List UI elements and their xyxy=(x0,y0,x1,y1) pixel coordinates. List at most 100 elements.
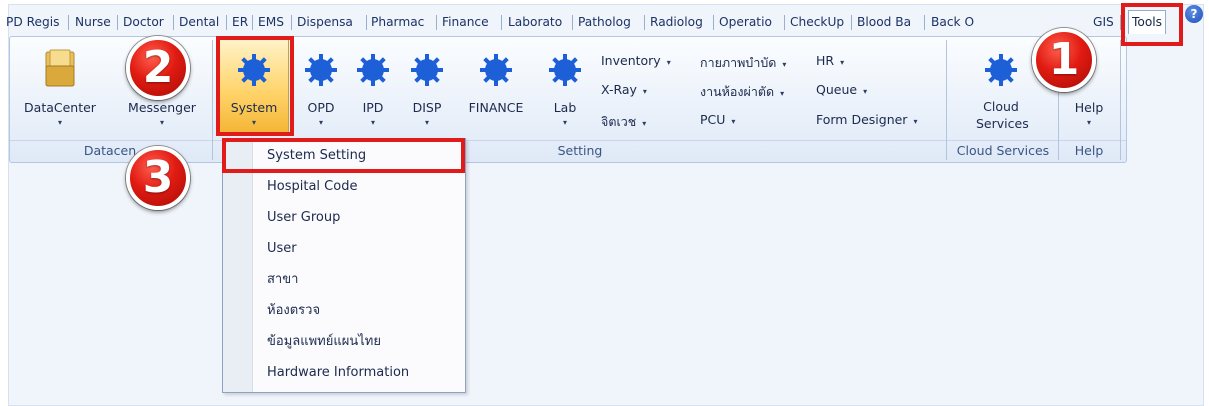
highlight-box-system-button xyxy=(216,36,294,136)
queue-menu[interactable]: Queue ▾ xyxy=(816,82,867,97)
chevron-down-icon: ▾ xyxy=(57,118,62,127)
menu-icon-gutter xyxy=(223,139,253,392)
xray-menu[interactable]: X-Ray ▾ xyxy=(601,82,647,97)
tab-ems[interactable]: EMS xyxy=(258,10,284,34)
highlight-box-system-setting xyxy=(222,138,465,173)
messenger-label: Messenger xyxy=(128,100,196,115)
gear-icon xyxy=(305,54,337,86)
gear-icon xyxy=(411,54,443,86)
datacenter-label: DataCenter xyxy=(24,100,96,115)
inventory-menu[interactable]: Inventory ▾ xyxy=(601,53,671,68)
tab-separator xyxy=(501,15,502,30)
chevron-down-icon: ▾ xyxy=(666,58,671,67)
tab-separator xyxy=(713,15,714,30)
system-dropdown-menu: System Setting Hospital Code User Group … xyxy=(222,138,466,393)
physiotherapy-menu[interactable]: กายภาพบำบัด ▾ xyxy=(700,53,786,73)
tab-separator xyxy=(436,15,437,30)
jitavej-menu[interactable]: จิตเวช ▾ xyxy=(601,112,646,132)
gear-icon xyxy=(480,54,512,86)
chevron-down-icon: ▾ xyxy=(731,117,736,126)
tab-doctor[interactable]: Doctor xyxy=(123,10,164,34)
disp-button[interactable]: DISP ▾ xyxy=(402,36,452,136)
tab-finance[interactable]: Finance xyxy=(442,10,489,34)
chevron-down-icon: ▾ xyxy=(913,117,918,126)
chevron-down-icon: ▾ xyxy=(863,87,868,96)
gear-icon xyxy=(357,54,389,86)
group-separator xyxy=(946,40,947,160)
xray-label: X-Ray xyxy=(601,82,637,97)
menu-item-exam-room[interactable]: ห้องตรวจ xyxy=(267,300,320,322)
ipd-button[interactable]: IPD ▾ xyxy=(350,36,396,136)
operating-room-menu[interactable]: งานห้องผ่าตัด ▾ xyxy=(700,82,784,102)
chevron-down-icon: ▾ xyxy=(159,118,164,127)
group-separator xyxy=(1120,40,1121,160)
tab-separator xyxy=(226,15,227,30)
tab-dispensary[interactable]: Dispensa xyxy=(297,10,353,34)
chevron-down-icon: ▾ xyxy=(318,118,323,127)
tab-gis[interactable]: GIS xyxy=(1093,10,1114,34)
group-separator xyxy=(212,40,213,160)
ribbon-tab-bar: PD Regis Nurse Doctor Dental ER EMS Disp… xyxy=(0,10,1209,34)
chevron-down-icon: ▾ xyxy=(424,118,429,127)
help-label: Help xyxy=(1074,100,1104,115)
tab-separator xyxy=(784,15,785,30)
chevron-down-icon: ▾ xyxy=(782,60,787,69)
chevron-down-icon: ▾ xyxy=(562,118,567,127)
operating-room-label: งานห้องผ่าตัด xyxy=(700,84,775,99)
tab-separator xyxy=(291,15,292,30)
datacenter-button[interactable]: DataCenter ▾ xyxy=(22,36,98,136)
tab-nurse[interactable]: Nurse xyxy=(75,10,111,34)
menu-item-hardware-information[interactable]: Hardware Information xyxy=(267,362,409,384)
queue-label: Queue xyxy=(816,82,858,97)
tab-operation[interactable]: Operatio xyxy=(719,10,772,34)
tab-separator xyxy=(117,15,118,30)
folder-database-icon xyxy=(45,49,75,87)
tab-er[interactable]: ER xyxy=(232,10,248,34)
finance-label: FINANCE xyxy=(468,100,524,115)
tab-dental[interactable]: Dental xyxy=(179,10,219,34)
opd-label: OPD xyxy=(307,100,335,115)
chevron-down-icon: ▾ xyxy=(642,87,647,96)
menu-item-user[interactable]: User xyxy=(267,238,297,260)
tab-laboratory[interactable]: Laborato xyxy=(508,10,562,34)
tab-pathology[interactable]: Patholog xyxy=(578,10,631,34)
gear-icon xyxy=(985,54,1017,86)
chevron-down-icon: ▾ xyxy=(370,118,375,127)
hr-label: HR xyxy=(816,53,835,68)
menu-item-hospital-code[interactable]: Hospital Code xyxy=(267,176,357,198)
gear-icon xyxy=(549,54,581,86)
group-label-cloud-services: Cloud Services xyxy=(956,143,1050,158)
tab-separator xyxy=(252,15,253,30)
menu-item-thai-medicine-doctor[interactable]: ข้อมูลแพทย์แผนไทย xyxy=(267,331,381,353)
tab-separator xyxy=(572,15,573,30)
ipd-label: IPD xyxy=(362,100,384,115)
tab-pharmacy[interactable]: Pharmac xyxy=(371,10,424,34)
tab-checkup[interactable]: CheckUp xyxy=(790,10,844,34)
step-badge-3: 3 xyxy=(126,146,190,210)
group-label-help: Help xyxy=(1074,143,1104,158)
tab-separator xyxy=(851,15,852,30)
hr-menu[interactable]: HR ▾ xyxy=(816,53,844,68)
chevron-down-icon: ▾ xyxy=(642,119,647,128)
pcu-label: PCU xyxy=(700,112,726,127)
tab-opd-registration[interactable]: PD Regis xyxy=(6,10,60,34)
help-question-icon[interactable]: ? xyxy=(1185,5,1203,23)
chevron-down-icon: ▾ xyxy=(1086,118,1091,127)
tab-back-office[interactable]: Back O xyxy=(931,10,974,34)
chevron-down-icon: ▾ xyxy=(840,58,845,67)
tab-separator xyxy=(924,15,925,30)
tab-separator xyxy=(173,15,174,30)
menu-item-user-group[interactable]: User Group xyxy=(267,207,340,229)
tab-radiology[interactable]: Radiolog xyxy=(650,10,703,34)
opd-button[interactable]: OPD ▾ xyxy=(298,36,344,136)
tab-separator xyxy=(366,15,367,30)
menu-item-branch[interactable]: สาขา xyxy=(267,269,298,291)
finance-button[interactable]: FINANCE xyxy=(460,36,532,136)
step-badge-1: 1 xyxy=(1032,28,1096,92)
tab-blood-bank[interactable]: Blood Ba xyxy=(857,10,911,34)
form-designer-menu[interactable]: Form Designer ▾ xyxy=(816,112,917,127)
lab-button[interactable]: Lab ▾ xyxy=(543,36,587,136)
inventory-label: Inventory xyxy=(601,53,661,68)
tab-separator xyxy=(68,15,69,30)
pcu-menu[interactable]: PCU ▾ xyxy=(700,112,735,127)
